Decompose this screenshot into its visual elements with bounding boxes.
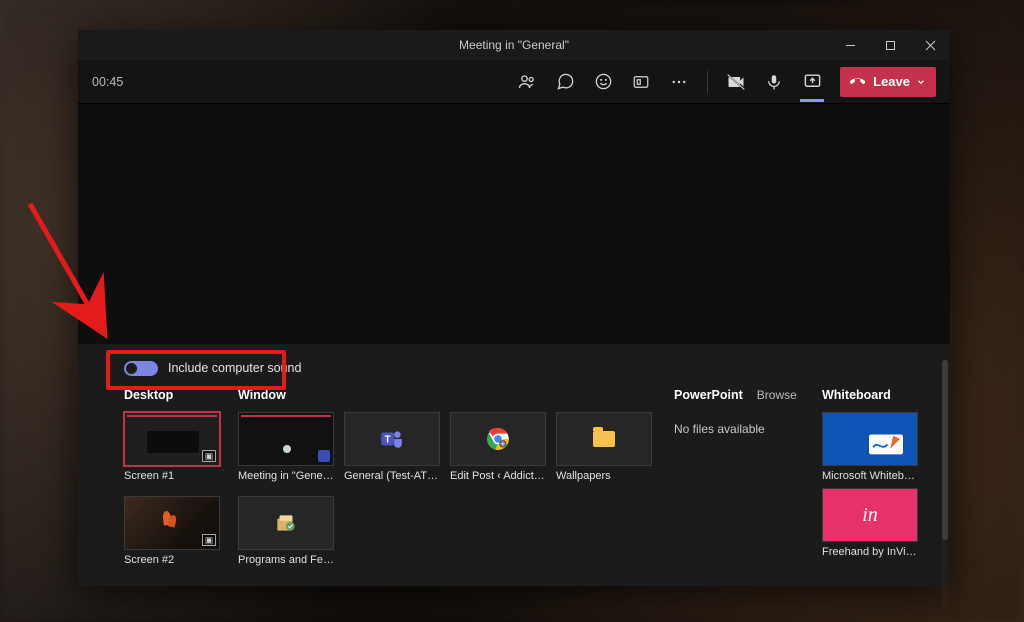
share-option-window[interactable]: Meeting in "General" | M...: [238, 412, 334, 482]
scrollbar-thumb[interactable]: [942, 360, 948, 540]
thumb-label: Screen #2: [124, 554, 220, 566]
share-column-whiteboard: Whiteboard Microsoft Whiteboard in Freeh…: [822, 388, 928, 558]
thumb-label: Edit Post ‹ AddictiveTips ...: [450, 470, 546, 482]
titlebar: Meeting in "General": [78, 30, 950, 60]
browse-link[interactable]: Browse: [757, 388, 797, 402]
no-files-label: No files available: [674, 422, 804, 436]
share-column-powerpoint: PowerPoint Browse No files available: [674, 388, 804, 436]
hangup-icon: [850, 74, 865, 89]
window-title: Meeting in "General": [459, 38, 569, 52]
share-option-screen2[interactable]: ▣ Screen #2: [124, 496, 220, 566]
thumb-label: Wallpapers: [556, 470, 652, 482]
more-icon[interactable]: [669, 72, 689, 92]
share-option-window[interactable]: T General (Test-AT) | Micro...: [344, 412, 440, 482]
share-option-ms-whiteboard[interactable]: Microsoft Whiteboard: [822, 412, 918, 482]
thumb-label: Programs and Features: [238, 554, 334, 566]
window-controls: [830, 30, 950, 60]
invision-icon: in: [862, 504, 878, 527]
share-option-window[interactable]: Wallpapers: [556, 412, 652, 482]
annotation-arrow: [22, 196, 112, 366]
column-header-powerpoint: PowerPoint: [674, 388, 743, 405]
maximize-button[interactable]: [870, 30, 910, 60]
leave-label: Leave: [873, 74, 910, 89]
chat-icon[interactable]: [555, 72, 575, 92]
thumb-label: General (Test-AT) | Micro...: [344, 470, 440, 482]
meeting-timer: 00:45: [92, 75, 123, 89]
share-button[interactable]: [802, 72, 822, 92]
thumb-label: Screen #1: [124, 470, 220, 482]
share-option-window[interactable]: Programs and Features: [238, 496, 334, 566]
teams-icon: T: [379, 426, 405, 452]
share-option-screen1[interactable]: ▣ Screen #1: [124, 412, 220, 482]
column-header-desktop: Desktop: [124, 388, 224, 405]
column-header-whiteboard: Whiteboard: [822, 388, 928, 405]
rooms-icon[interactable]: [631, 72, 651, 92]
annotation-highlight-box: [106, 350, 286, 390]
share-option-window[interactable]: Edit Post ‹ AddictiveTips ...: [450, 412, 546, 482]
chrome-icon: [485, 426, 511, 452]
toolbar-separator: [707, 71, 708, 93]
app-window: Meeting in "General" 00:45: [78, 30, 950, 586]
close-button[interactable]: [910, 30, 950, 60]
share-tray-scrollbar[interactable]: [942, 360, 948, 606]
mic-icon[interactable]: [764, 72, 784, 92]
camera-off-icon[interactable]: [726, 72, 746, 92]
thumb-label: Freehand by InVision: [822, 546, 918, 558]
reactions-icon[interactable]: [593, 72, 613, 92]
minimize-button[interactable]: [830, 30, 870, 60]
svg-text:T: T: [385, 434, 391, 445]
chevron-down-icon: [916, 77, 926, 87]
share-option-invision[interactable]: in Freehand by InVision: [822, 488, 918, 558]
programs-icon: [273, 510, 299, 536]
thumb-label: Microsoft Whiteboard: [822, 470, 918, 482]
meeting-toolbar: 00:45: [78, 60, 950, 104]
whiteboard-icon: [869, 431, 903, 455]
thumb-label: Meeting in "General" | M...: [238, 470, 334, 482]
participants-icon[interactable]: [517, 72, 537, 92]
share-column-window: Window Meeting in "General" | M... T Gen…: [238, 388, 658, 566]
meeting-stage: FW Include computer sound Desktop ▣ Scre…: [78, 104, 950, 586]
leave-button[interactable]: Leave: [840, 67, 936, 97]
column-header-window: Window: [238, 388, 658, 405]
share-column-desktop: Desktop ▣ Screen #1 ▣ Screen #2: [124, 388, 224, 566]
